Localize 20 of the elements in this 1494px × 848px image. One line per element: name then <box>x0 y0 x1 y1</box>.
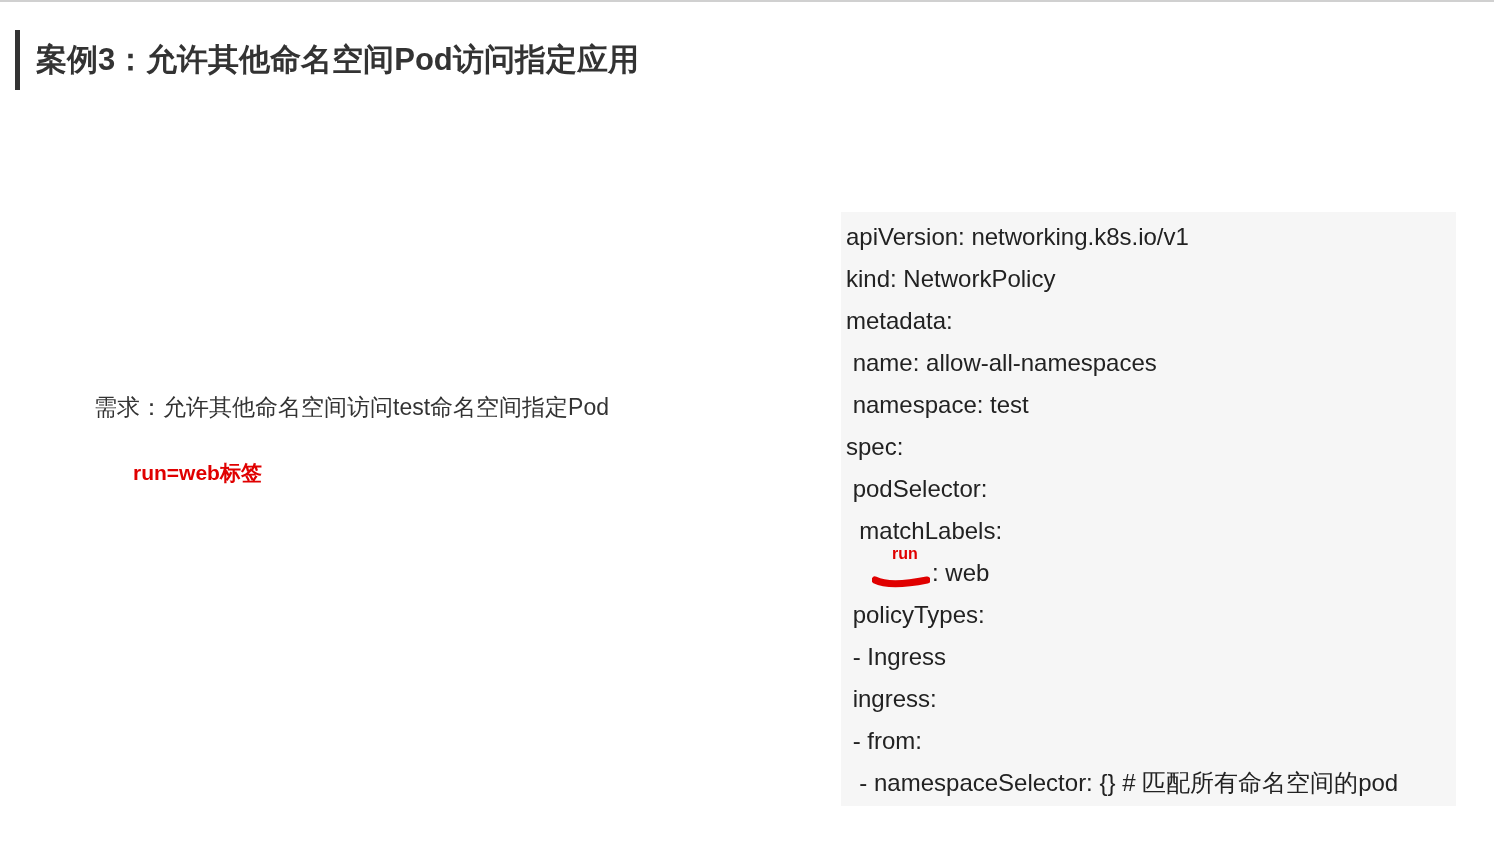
code-line: - from: <box>851 726 923 756</box>
code-line: policyTypes: <box>851 600 986 630</box>
code-line: : web <box>932 558 990 588</box>
code-line: metadata: <box>846 306 954 336</box>
code-line: - namespaceSelector: {} # 匹配所有命名空间的pod <box>858 768 1400 798</box>
label-note: run=web标签 <box>133 459 263 486</box>
handwritten-annotation: run <box>892 544 918 564</box>
scribble-mark <box>872 574 930 588</box>
title-bar-accent <box>15 30 20 90</box>
code-line: namespace: test <box>851 390 1030 420</box>
code-line: apiVersion: networking.k8s.io/v1 <box>846 222 1190 252</box>
code-line: spec: <box>846 432 905 462</box>
slide-title: 案例3：允许其他命名空间Pod访问指定应用 <box>36 40 639 79</box>
code-line: kind: NetworkPolicy <box>846 264 1057 294</box>
code-line: matchLabels: <box>858 516 1004 546</box>
code-line: name: allow-all-namespaces <box>851 348 1158 378</box>
code-line: ingress: <box>851 684 938 714</box>
code-line: podSelector: <box>851 474 989 504</box>
code-line: - Ingress <box>851 642 948 672</box>
requirement-text: 需求：允许其他命名空间访问test命名空间指定Pod <box>94 393 610 422</box>
